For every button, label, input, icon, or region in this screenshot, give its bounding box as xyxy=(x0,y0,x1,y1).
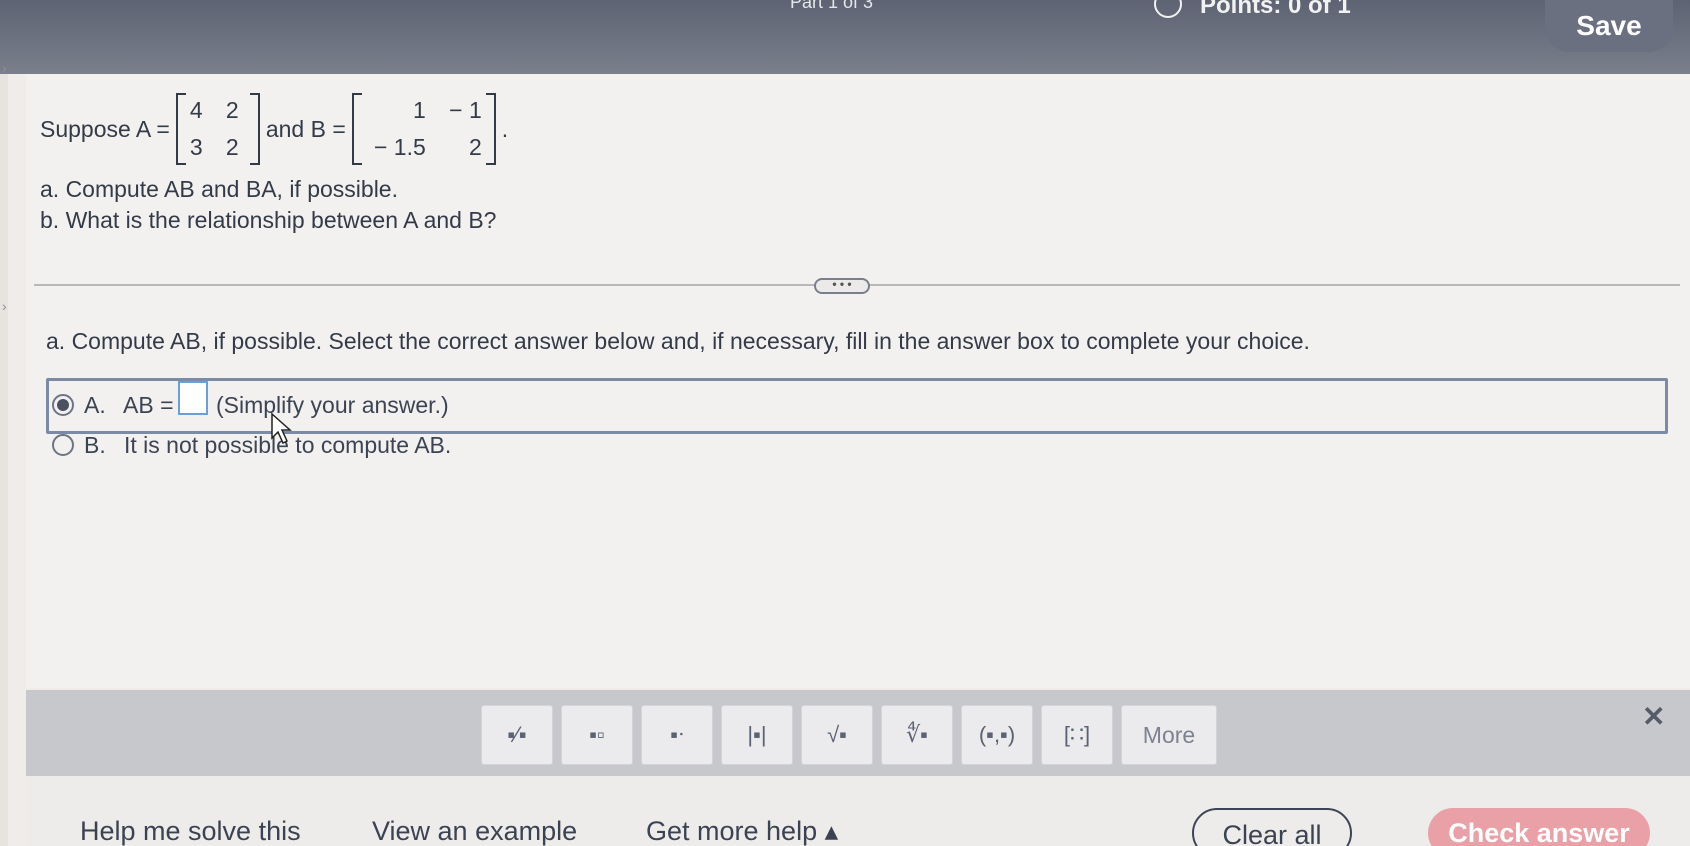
question-suffix: . xyxy=(501,115,509,142)
option-a-hint: (Simplify your answer.) xyxy=(216,392,449,418)
mouse-cursor-icon xyxy=(271,412,292,445)
clear-all-button[interactable]: Clear all xyxy=(1192,808,1352,846)
option-b-letter: B. xyxy=(84,432,106,458)
matrix-icon[interactable]: [∷] xyxy=(1041,705,1113,765)
ordered-pair-icon[interactable]: (▪,▪) xyxy=(961,705,1033,765)
option-a-radio[interactable] xyxy=(52,394,74,416)
chevron-right-icon[interactable]: › xyxy=(2,298,7,314)
question-item-b: b. What is the relationship between A an… xyxy=(40,207,497,233)
check-answer-button[interactable]: Check answer xyxy=(1428,808,1650,846)
option-a-letter: A. xyxy=(84,392,106,418)
answer-input[interactable] xyxy=(178,381,208,415)
matrix-a-cell: 3 xyxy=(189,134,203,160)
question-item-a: a. Compute AB and BA, if possible. xyxy=(40,176,398,202)
top-header: Part 1 of 3 Points: 0 of 1 Save xyxy=(0,0,1690,74)
more-button[interactable]: More xyxy=(1121,705,1217,765)
close-icon[interactable]: ✕ xyxy=(1642,700,1665,733)
matrix-a-cell: 4 xyxy=(189,97,203,123)
square-root-icon[interactable]: √▪ xyxy=(801,705,873,765)
question-prefix: Suppose A = xyxy=(40,115,170,142)
chevron-right-icon[interactable]: › xyxy=(2,60,7,76)
points-label: Points: 0 of 1 xyxy=(1200,0,1351,19)
question-connector: and B = xyxy=(265,115,346,142)
expand-handle[interactable]: • • • xyxy=(814,278,870,294)
part-label: Part 1 of 3 xyxy=(790,0,874,12)
part-a-instruction: a. Compute AB, if possible. Select the c… xyxy=(46,328,1310,354)
exponent-icon[interactable]: ▪ᐧ xyxy=(641,705,713,765)
nth-root-icon[interactable]: ∜▪ xyxy=(881,705,953,765)
matrix-b: 1 − 1 − 1.5 2 xyxy=(351,93,496,165)
help-me-solve-link[interactable]: Help me solve this xyxy=(80,816,301,846)
option-b-radio[interactable] xyxy=(52,434,74,456)
mixed-number-icon[interactable]: ▪▫ xyxy=(561,705,633,765)
matrix-a-cell: 2 xyxy=(225,134,239,160)
matrix-a-cell: 2 xyxy=(225,97,239,123)
absolute-value-icon[interactable]: |▪| xyxy=(721,705,793,765)
points-status-icon xyxy=(1154,0,1182,18)
matrix-b-cell: 1 xyxy=(412,97,426,123)
option-a-prefix: AB = xyxy=(123,392,174,418)
save-button[interactable]: Save xyxy=(1545,0,1673,52)
matrix-b-cell: 2 xyxy=(468,134,482,160)
view-example-link[interactable]: View an example xyxy=(372,816,577,846)
matrix-a: 4 2 3 2 xyxy=(175,93,260,165)
question-stem: Suppose A = 4 2 3 2 and B = 1 − 1 − 1.5 … xyxy=(40,84,508,234)
matrix-b-cell: − 1 xyxy=(449,97,482,123)
matrix-b-cell: − 1.5 xyxy=(373,134,426,160)
fraction-icon[interactable]: ▪⁄▪ xyxy=(481,705,553,765)
get-more-help-link[interactable]: Get more help ▴ xyxy=(646,816,838,846)
